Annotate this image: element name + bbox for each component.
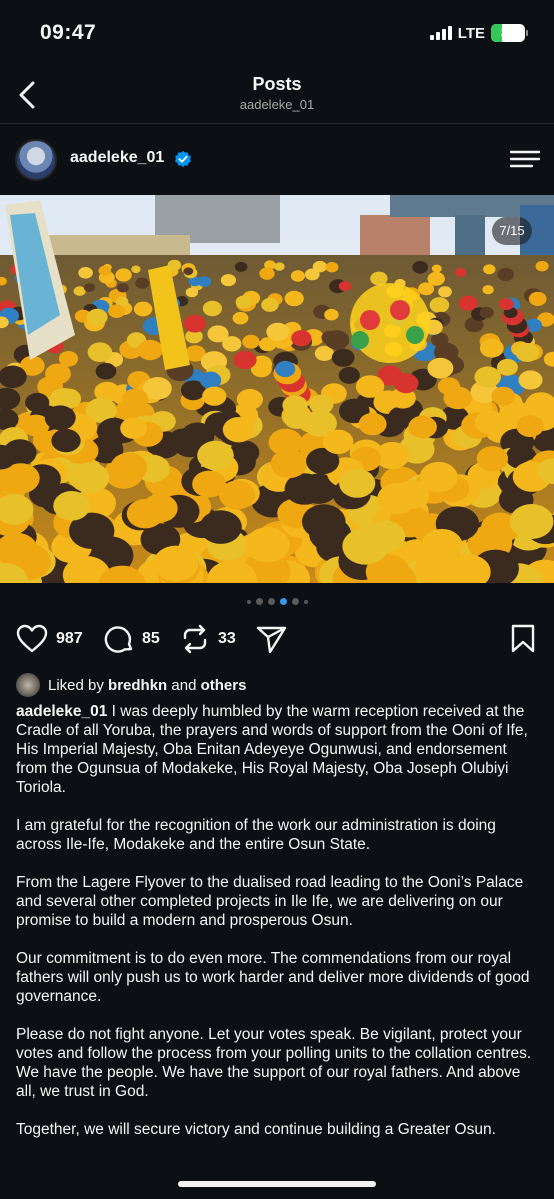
caption-paragraph: From the Lagere Flyover to the dualised … (16, 874, 524, 929)
caption-paragraph: Our commitment is to do even more. The c… (16, 950, 530, 1005)
carousel-dot (246, 599, 251, 604)
verified-badge-icon (175, 150, 191, 168)
menu-icon[interactable] (510, 149, 540, 169)
comment-count: 85 (142, 630, 160, 647)
liked-by-and: and (171, 676, 197, 694)
save-button[interactable] (510, 624, 536, 654)
post-caption: aadeleke_01 I was deeply humbled by the … (16, 702, 540, 1158)
liked-by-prefix: Liked by (48, 676, 104, 694)
carousel-dot (279, 598, 287, 605)
carousel-dot (291, 598, 299, 605)
carousel-dot (303, 599, 308, 604)
caption-paragraph: I am grateful for the recognition of the… (16, 817, 496, 853)
liked-by[interactable]: Liked by bredhkn and others (16, 673, 246, 697)
carousel-dots (0, 598, 554, 605)
crowd-photo-illustration (0, 195, 554, 583)
send-icon (256, 626, 287, 654)
status-indicators: LTE 32 (429, 24, 528, 42)
caption-username[interactable]: aadeleke_01 (16, 703, 107, 720)
share-button[interactable] (256, 624, 288, 654)
post-username[interactable]: aadeleke_01 (70, 149, 164, 167)
like-action[interactable]: 987 (16, 624, 83, 654)
posts-header: Posts aadeleke_01 (0, 66, 554, 124)
carousel-dot (255, 598, 263, 605)
caption-paragraph: Please do not fight anyone. Let your vot… (16, 1026, 532, 1100)
carousel-dot (267, 598, 275, 605)
caption-paragraph: Together, we will secure victory and con… (16, 1121, 496, 1138)
status-time: 09:47 (40, 21, 97, 44)
like-count: 987 (56, 630, 83, 647)
page-title: Posts (252, 74, 302, 94)
page-subtitle: aadeleke_01 (239, 97, 315, 112)
post-header: aadeleke_01 (0, 124, 554, 195)
heart-icon (16, 624, 48, 653)
liked-by-user[interactable]: bredhkn (108, 677, 167, 694)
avatar[interactable] (15, 139, 57, 181)
page-indicator-badge: 7/15 (492, 217, 532, 245)
post-actions: 987 85 33 (0, 622, 554, 658)
battery-percent: 32 (500, 25, 516, 40)
network-label: LTE (457, 24, 485, 42)
bookmark-icon (511, 624, 535, 653)
repost-action[interactable]: 33 (180, 624, 236, 654)
liked-by-avatar (16, 673, 40, 697)
home-indicator[interactable] (178, 1181, 376, 1187)
repost-icon (183, 624, 207, 654)
post-photo[interactable]: 7/15 (0, 195, 554, 583)
signal-icon (429, 26, 452, 40)
status-bar: 09:47 LTE 32 (0, 0, 554, 66)
comment-action[interactable]: 85 (104, 624, 160, 654)
comment-icon (104, 626, 133, 653)
repost-count: 33 (218, 630, 236, 647)
liked-by-others[interactable]: others (201, 677, 247, 694)
battery-icon: 32 (491, 24, 528, 42)
